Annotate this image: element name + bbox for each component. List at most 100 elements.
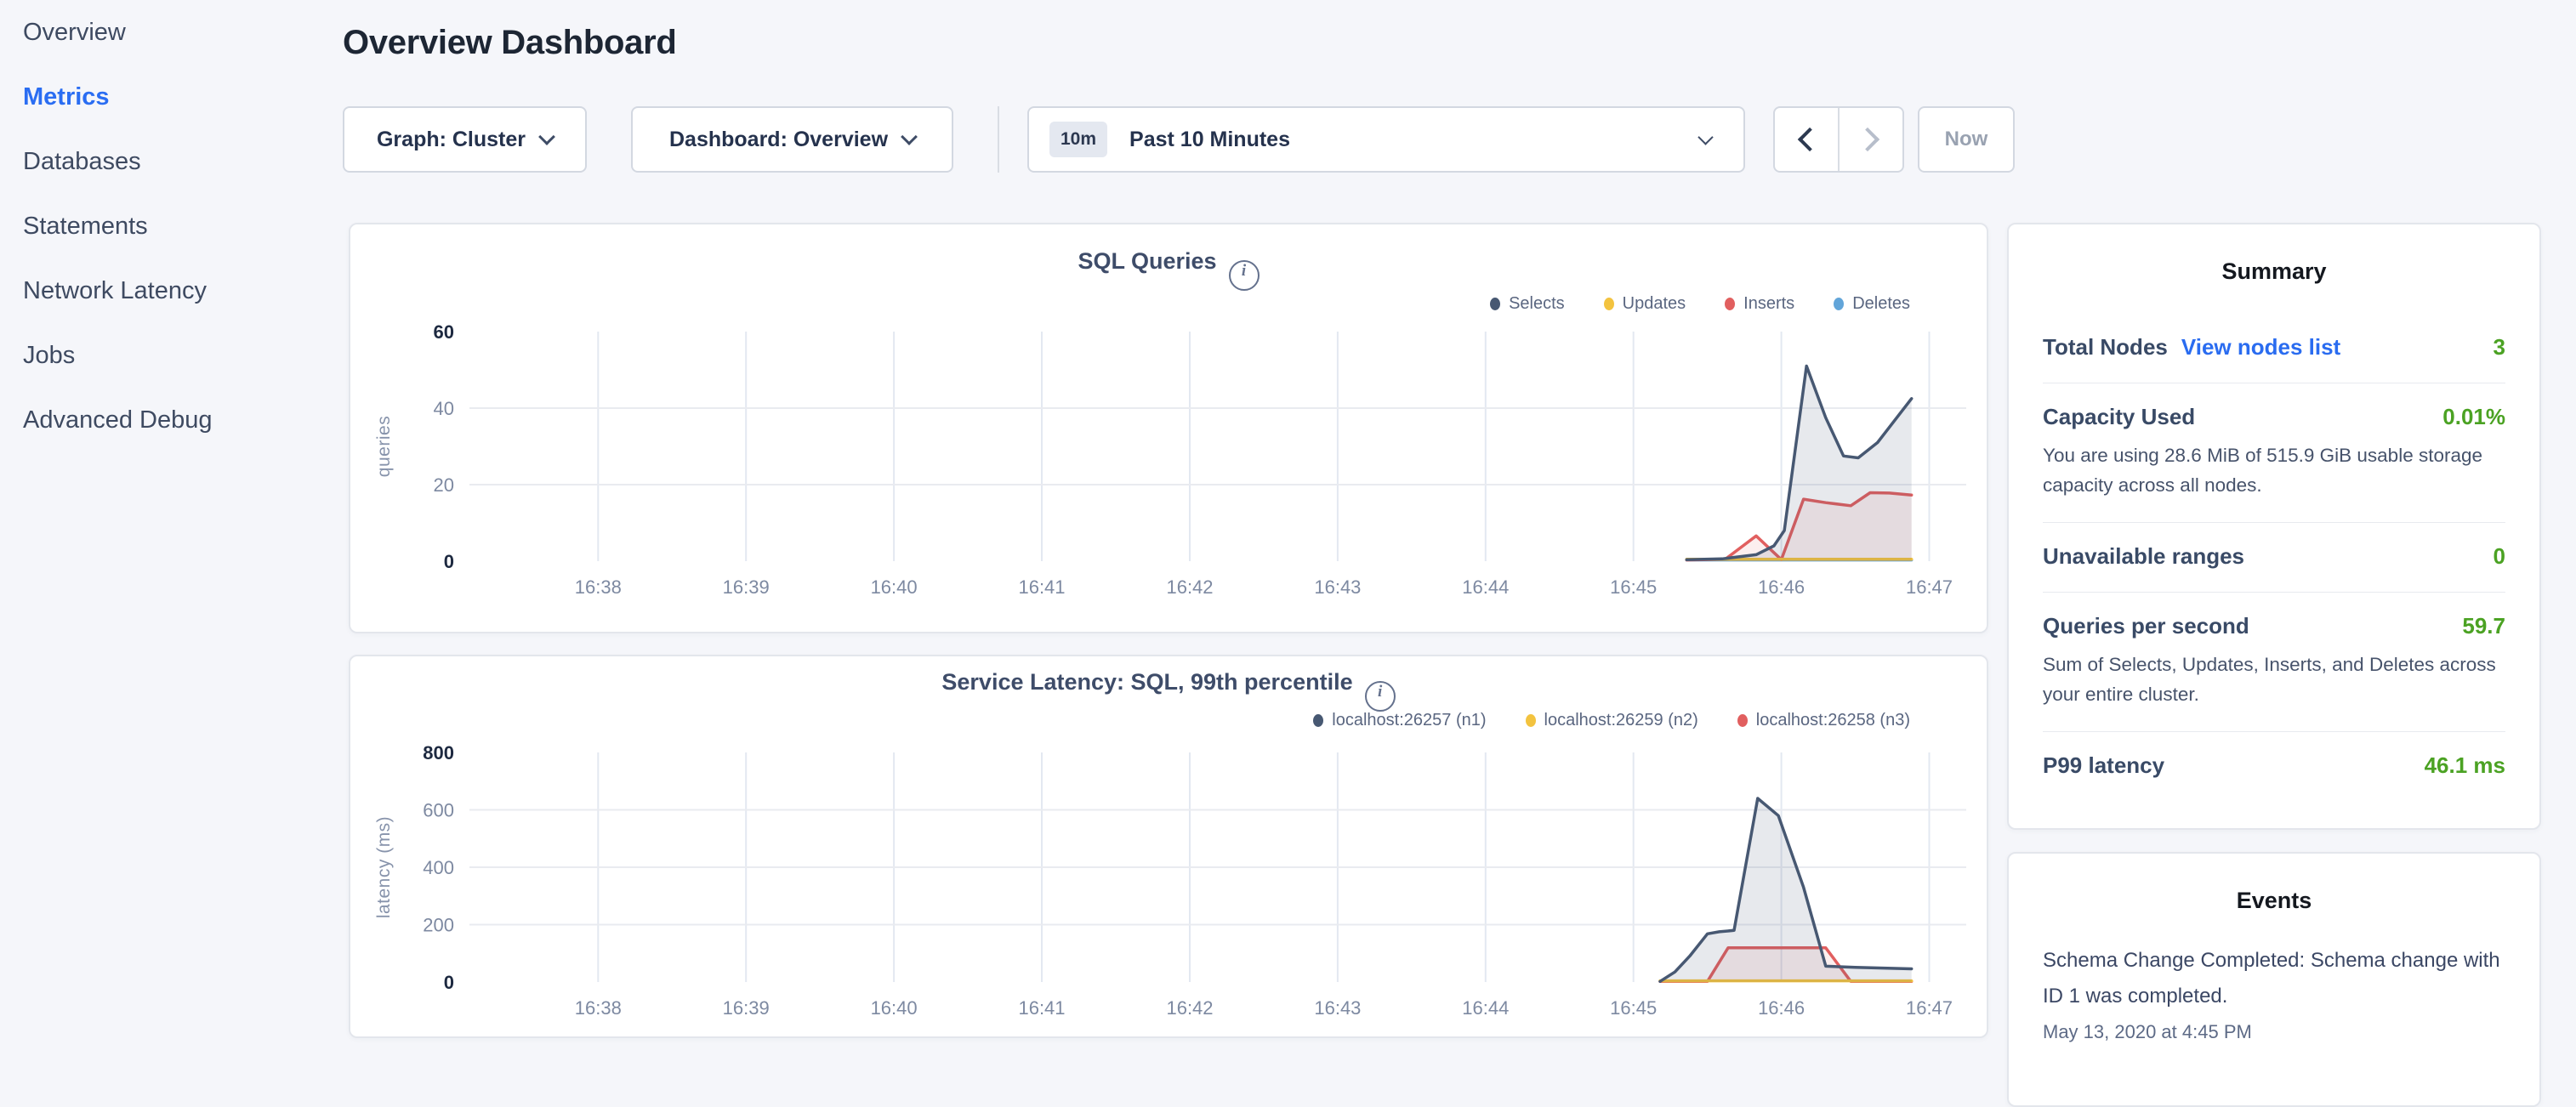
legend-item-localhost-26258-n3: localhost:26258 (n3) (1737, 711, 1910, 730)
summary-row-queries-per-second: Queries per second 59.7 Sum of Selects, Up… (2043, 593, 2505, 732)
time-range-badge: 10m (1049, 122, 1107, 157)
graph-dropdown[interactable]: Graph: Cluster (343, 106, 587, 173)
svg-text:16:46: 16:46 (1758, 576, 1805, 598)
svg-text:16:42: 16:42 (1166, 576, 1213, 598)
chevron-down-icon (538, 128, 555, 145)
summary-row-label: Capacity Used (2043, 404, 2195, 430)
events-list: Schema Change Completed: Schema change w… (2043, 943, 2505, 1043)
chevron-down-icon (1697, 129, 1713, 145)
summary-row-total-nodes: Total Nodes View nodes list 3 (2043, 314, 2505, 383)
chart-legend: localhost:26257 (n1) localhost:26259 (n2)… (1313, 711, 1910, 730)
summary-row-label: P99 latency (2043, 752, 2164, 779)
info-icon[interactable]: i (1229, 260, 1260, 291)
svg-text:16:47: 16:47 (1906, 997, 1953, 1019)
svg-text:16:41: 16:41 (1018, 576, 1065, 598)
legend-dot-icon (1737, 714, 1748, 727)
svg-text:0: 0 (444, 551, 454, 572)
chevron-right-icon (1856, 128, 1879, 151)
svg-text:16:41: 16:41 (1018, 997, 1065, 1019)
summary-row-p99-latency: P99 latency 46.1 ms (2043, 732, 2505, 801)
service-latency-card: Service Latency: SQL, 99th percentile i l… (349, 655, 1988, 1038)
sidebar-item-jobs[interactable]: Jobs (23, 323, 338, 388)
svg-text:16:44: 16:44 (1462, 576, 1509, 598)
controls-divider (998, 106, 999, 173)
svg-text:16:42: 16:42 (1166, 997, 1213, 1019)
dashboard-dropdown-label: Dashboard: Overview (669, 128, 888, 152)
legend-dot-icon (1725, 298, 1735, 310)
svg-text:400: 400 (423, 857, 454, 878)
summary-row-label: Total Nodes (2043, 334, 2168, 360)
time-range-dropdown[interactable]: 10m Past 10 Minutes (1027, 106, 1745, 173)
svg-text:16:43: 16:43 (1314, 576, 1361, 598)
time-step-buttons (1773, 106, 1904, 173)
summary-row-description: You are using 28.6 MiB of 515.9 GiB usab… (2043, 440, 2505, 500)
dashboard-dropdown[interactable]: Dashboard: Overview (631, 106, 953, 173)
legend-item-localhost-26259-n2: localhost:26259 (n2) (1526, 711, 1698, 730)
chart-title-text: SQL Queries (1078, 248, 1216, 274)
summary-title: Summary (2043, 258, 2505, 285)
summary-panel: Summary Total Nodes View nodes list 3 Capac… (2007, 223, 2541, 830)
summary-row-value: 0.01% (2442, 404, 2505, 430)
legend-item-localhost-26257-n1: localhost:26257 (n1) (1313, 711, 1486, 730)
sidebar-item-advanced-debug[interactable]: Advanced Debug (23, 388, 338, 452)
svg-text:16:40: 16:40 (871, 997, 918, 1019)
sidebar-item-metrics[interactable]: Metrics (23, 65, 338, 129)
info-icon[interactable]: i (1365, 681, 1396, 712)
summary-row-value: 0 (2494, 543, 2505, 570)
legend-dot-icon (1526, 714, 1536, 727)
event-timestamp: May 13, 2020 at 4:45 PM (2043, 1021, 2505, 1043)
svg-text:16:45: 16:45 (1610, 576, 1657, 598)
svg-text:0: 0 (444, 972, 454, 993)
svg-text:16:44: 16:44 (1462, 997, 1509, 1019)
svg-text:200: 200 (423, 915, 454, 936)
svg-text:16:39: 16:39 (723, 997, 770, 1019)
sidebar-item-statements[interactable]: Statements (23, 194, 338, 258)
time-forward-button[interactable] (1840, 108, 1902, 171)
chart-title: Service Latency: SQL, 99th percentile i (350, 669, 1987, 712)
page-title: Overview Dashboard (343, 24, 677, 62)
summary-row-description: Sum of Selects, Updates, Inserts, and De… (2043, 650, 2505, 709)
chart-title-text: Service Latency: SQL, 99th percentile (941, 669, 1352, 695)
svg-text:40: 40 (434, 398, 454, 419)
svg-text:800: 800 (423, 742, 454, 764)
time-back-button[interactable] (1775, 108, 1840, 171)
svg-text:16:47: 16:47 (1906, 576, 1953, 598)
sql-queries-card: SQL Queriesi SelectsUpdatesInsertsDelete… (349, 223, 1988, 633)
svg-text:latency (ms): latency (ms) (374, 816, 394, 918)
sidebar-item-network-latency[interactable]: Network Latency (23, 258, 338, 323)
legend-dot-icon (1604, 298, 1614, 310)
events-panel: Events Schema Change Completed: Schema c… (2007, 852, 2541, 1107)
now-button[interactable]: Now (1918, 106, 2015, 173)
view-nodes-link[interactable]: View nodes list (2181, 334, 2340, 360)
graph-dropdown-label: Graph: Cluster (377, 128, 526, 152)
legend-dot-icon (1834, 298, 1844, 310)
svg-text:16:38: 16:38 (575, 997, 622, 1019)
event-item: Schema Change Completed: Schema change w… (2043, 943, 2505, 1043)
sidebar-item-overview[interactable]: Overview (23, 0, 338, 65)
summary-row-capacity-used: Capacity Used 0.01% You are using 28.6 MiB… (2043, 383, 2505, 523)
summary-row-unavailable-ranges: Unavailable ranges0 (2043, 523, 2505, 593)
svg-text:600: 600 (423, 800, 454, 821)
legend-dot-icon (1313, 714, 1323, 727)
sidebar-item-databases[interactable]: Databases (23, 129, 338, 194)
summary-row-label: Queries per second (2043, 613, 2249, 639)
legend-dot-icon (1490, 298, 1500, 310)
svg-text:16:40: 16:40 (871, 576, 918, 598)
time-range-label: Past 10 Minutes (1129, 128, 1290, 152)
svg-text:16:43: 16:43 (1314, 997, 1361, 1019)
chevron-down-icon (901, 128, 918, 145)
service-latency-sql-99th-percentile-chart[interactable]: 16:38 16:39 16:40 16:41 16:42 16:43 16:44 16:45… (350, 730, 1990, 1028)
svg-text:20: 20 (434, 474, 454, 496)
svg-text:60: 60 (434, 321, 454, 343)
chart-title: SQL Queries i (350, 248, 1987, 291)
summary-row-value: 3 (2494, 334, 2505, 360)
svg-text:queries: queries (374, 416, 394, 477)
svg-text:16:39: 16:39 (723, 576, 770, 598)
svg-text:16:38: 16:38 (575, 576, 622, 598)
events-title: Events (2043, 888, 2505, 914)
summary-row-value: 59.7 (2462, 613, 2505, 639)
chevron-left-icon (1798, 128, 1822, 151)
sql-queries-chart[interactable]: 16:38 16:39 16:40 16:41 16:42 16:43 16:44 16:45… (350, 309, 1990, 607)
summary-row-value: 46.1 ms (2425, 752, 2505, 779)
svg-text:16:45: 16:45 (1610, 997, 1657, 1019)
